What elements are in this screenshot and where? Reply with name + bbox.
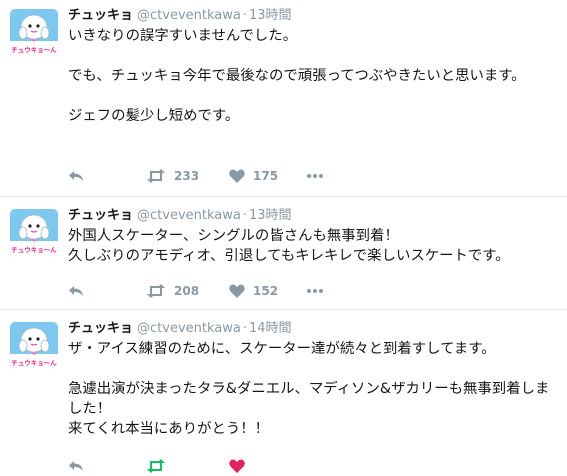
separator-dot: · <box>242 8 247 23</box>
reply-button[interactable] <box>68 166 84 186</box>
like-button[interactable] <box>229 456 245 476</box>
retweet-icon <box>147 169 165 183</box>
svg-text:チュウキョ～ん: チュウキョ～ん <box>11 359 57 367</box>
tweet-text: ザ・アイス練習のために、スケーター達が続々と到着すしてます。 急遽出演が決まった… <box>68 341 550 437</box>
more-button[interactable] <box>306 281 324 301</box>
tweet-header: チュッキョ @ctveventkawa · 13時間 <box>68 207 292 225</box>
mascot-avatar-icon: チュウキョ～ん <box>10 9 58 57</box>
tweet-header: チュッキョ @ctveventkawa · 13時間 <box>68 7 292 25</box>
user-handle[interactable]: @ctveventkawa <box>137 8 241 23</box>
tweet-header: チュッキョ @ctveventkawa · 14時間 <box>68 320 292 338</box>
tweet-2[interactable]: チュウキョ～ん チュッキョ @ctveventkawa · 13時間 外国人スケーター… <box>0 200 567 310</box>
reply-button[interactable] <box>68 456 84 476</box>
avatar[interactable]: チュウキョ～ん <box>10 322 58 370</box>
display-name[interactable]: チュッキョ <box>68 8 133 23</box>
mascot-avatar-icon: チュウキョ～ん <box>10 209 58 257</box>
like-count: 152 <box>253 284 279 298</box>
like-count: 175 <box>253 169 279 183</box>
reply-icon <box>69 286 83 296</box>
like-button[interactable]: 175 <box>229 166 278 186</box>
tweet-text: いきなりの誤字すいませんでした。 でも、チュッキョ今年で最後なので頑張ってつぶや… <box>68 28 526 124</box>
retweet-icon <box>147 284 165 298</box>
reply-icon <box>69 461 83 471</box>
tweet-1[interactable]: チュウキョ～ん チュッキョ @ctveventkawa · 13時間 いきなりの誤字す… <box>0 0 567 197</box>
svg-text:チュウキョ～ん: チュウキョ～ん <box>11 46 57 54</box>
retweet-button[interactable] <box>146 456 166 476</box>
more-button[interactable] <box>306 166 324 186</box>
more-icon <box>307 289 323 293</box>
svg-text:チュウキョ～ん: チュウキョ～ん <box>11 246 57 254</box>
heart-icon <box>229 169 245 183</box>
avatar[interactable]: チュウキョ～ん <box>10 209 58 257</box>
reply-button[interactable] <box>68 281 84 301</box>
retweet-button[interactable]: 208 <box>146 281 199 301</box>
heart-icon <box>229 284 245 298</box>
reply-icon <box>69 171 83 181</box>
retweet-icon <box>147 459 165 473</box>
like-button[interactable]: 152 <box>229 281 278 301</box>
display-name[interactable]: チュッキョ <box>68 321 133 336</box>
timestamp-link[interactable]: 13時間 <box>249 208 292 223</box>
retweet-count: 233 <box>174 169 200 183</box>
timestamp-link[interactable]: 14時間 <box>249 321 292 336</box>
tweet-3[interactable]: チュウキョ～ん チュッキョ @ctveventkawa · 14時間 ザ・アイス練習の… <box>0 313 567 473</box>
separator-dot: · <box>242 208 247 223</box>
display-name[interactable]: チュッキョ <box>68 208 133 223</box>
heart-icon <box>229 459 245 473</box>
tweet-text: 外国人スケーター、シングルの皆さんも無事到着！ 久しぶりのアモディオ、引退しても… <box>68 228 510 264</box>
mascot-avatar-icon: チュウキョ～ん <box>10 322 58 370</box>
user-handle[interactable]: @ctveventkawa <box>137 321 241 336</box>
retweet-count: 208 <box>174 284 200 298</box>
more-icon <box>307 174 323 178</box>
avatar[interactable]: チュウキョ～ん <box>10 9 58 57</box>
retweet-button[interactable]: 233 <box>146 166 199 186</box>
user-handle[interactable]: @ctveventkawa <box>137 208 241 223</box>
separator-dot: · <box>242 321 247 336</box>
timestamp-link[interactable]: 13時間 <box>249 8 292 23</box>
